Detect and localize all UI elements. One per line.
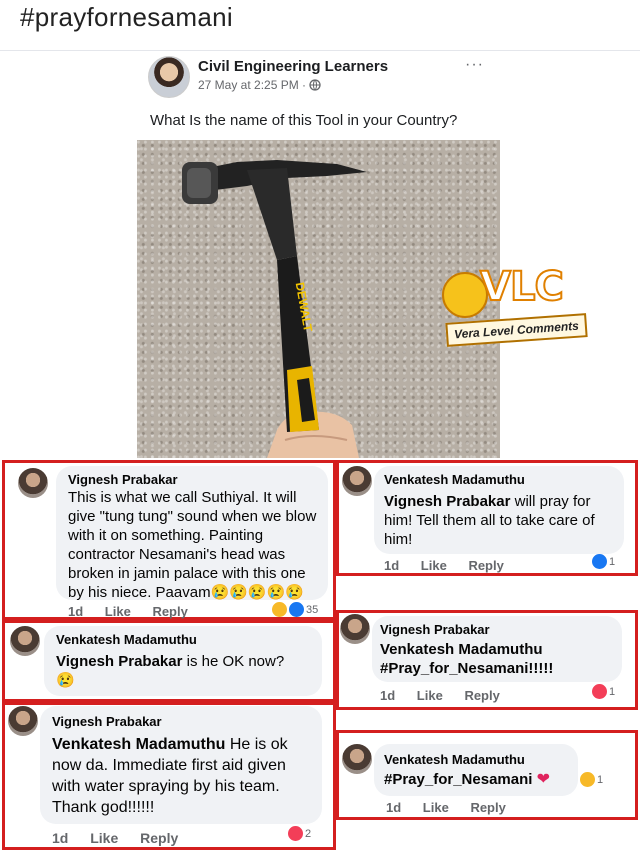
like-link[interactable]: Like — [417, 688, 443, 703]
comment-actions: 1d Like Reply — [380, 688, 518, 703]
sad-emoji-text: 😢 — [56, 672, 75, 689]
reaction-summary[interactable]: 1 — [592, 554, 615, 569]
comment-time[interactable]: 1d — [68, 604, 83, 619]
page-name[interactable]: Civil Engineering Learners — [198, 58, 388, 75]
sad-emoji-text: 😢😢😢😢😢 — [210, 584, 304, 601]
reaction-summary[interactable]: 1 — [580, 772, 603, 787]
more-options-icon[interactable]: ··· — [465, 56, 484, 74]
comment-bubble: Vignesh Prabakar Venkatesh Madamuthu He … — [40, 706, 322, 824]
comment-actions: 1d Like Reply — [68, 604, 206, 619]
commenter-name[interactable]: Venkatesh Madamuthu — [56, 632, 197, 647]
comment-text: Venkatesh Madamuthu He is ok now da. Imm… — [52, 734, 314, 818]
comment-actions: 1d Like Reply — [386, 800, 524, 815]
reaction-summary[interactable]: 2 — [288, 826, 311, 841]
commenter-name[interactable]: Venkatesh Madamuthu — [384, 472, 525, 487]
reaction-count: 1 — [597, 773, 604, 786]
comment-text: This is what we call Suthiyal. It will g… — [68, 488, 322, 602]
comment-text: Vignesh Prabakar will pray for him! Tell… — [384, 492, 618, 549]
commenter-name[interactable]: Vignesh Prabakar — [380, 622, 490, 637]
comment-bubble: Vignesh Prabakar Venkatesh Madamuthu #Pr… — [372, 616, 622, 682]
comment-bubble: Venkatesh Madamuthu #Pray_for_Nesamani ❤ — [374, 744, 578, 796]
heart-emoji-icon: ❤ — [536, 771, 550, 788]
vlc-logo: VLC Vera Level Comments — [438, 262, 598, 358]
comment-text-body: #Pray_for_Nesamani!!!!! — [380, 660, 554, 677]
reaction-count: 2 — [305, 827, 312, 840]
comment-text: Venkatesh Madamuthu #Pray_for_Nesamani!!… — [380, 640, 620, 678]
comment-actions: 1d Like Reply — [52, 830, 196, 846]
commenter-name[interactable]: Vignesh Prabakar — [68, 472, 178, 487]
post-timestamp[interactable]: 27 May at 2:25 PM · — [198, 78, 322, 92]
vlc-tagline: Vera Level Comments — [445, 313, 588, 347]
page-avatar[interactable] — [148, 56, 190, 98]
comment-text: Vignesh Prabakar is he OK now? 😢 — [56, 652, 316, 690]
like-link[interactable]: Like — [90, 830, 118, 846]
comment-bubble: Venkatesh Madamuthu Vignesh Prabakar wil… — [374, 466, 624, 554]
reaction-count: 1 — [609, 685, 616, 698]
comment-time[interactable]: 1d — [384, 558, 399, 573]
divider — [0, 50, 640, 51]
commenter-avatar[interactable] — [340, 614, 370, 644]
comment-text-body: is he OK now? — [182, 653, 285, 670]
comment-bubble: Venkatesh Madamuthu Vignesh Prabakar is … — [44, 626, 322, 696]
comment-bubble: Vignesh Prabakar This is what we call Su… — [56, 466, 328, 602]
mention-link[interactable]: Venkatesh Madamuthu — [380, 641, 543, 658]
comment-time[interactable]: 1d — [386, 800, 401, 815]
haha-reaction-icon — [272, 602, 287, 617]
reaction-count: 35 — [306, 603, 319, 616]
commenter-avatar[interactable] — [8, 706, 38, 736]
heart-reaction-icon — [288, 826, 303, 841]
commenter-avatar[interactable] — [10, 626, 40, 656]
hashtag-title[interactable]: #prayfornesamani — [20, 2, 233, 33]
comment-text-body: #Pray_for_Nesamani — [384, 771, 533, 788]
reaction-summary[interactable]: 35 — [272, 602, 318, 617]
like-reaction-icon — [592, 554, 607, 569]
reply-link[interactable]: Reply — [470, 800, 505, 815]
comment-time[interactable]: 1d — [52, 830, 68, 846]
commenter-name[interactable]: Venkatesh Madamuthu — [384, 752, 525, 767]
reaction-count: 1 — [609, 555, 616, 568]
reply-link[interactable]: Reply — [464, 688, 499, 703]
reply-link[interactable]: Reply — [152, 604, 187, 619]
comment-time[interactable]: 1d — [380, 688, 395, 703]
haha-reaction-icon — [580, 772, 595, 787]
commenter-avatar[interactable] — [342, 466, 372, 496]
mention-link[interactable]: Vignesh Prabakar — [56, 653, 182, 670]
globe-icon — [309, 79, 322, 91]
comment-text: #Pray_for_Nesamani ❤ — [384, 770, 574, 789]
commenter-avatar[interactable] — [342, 744, 372, 774]
commenter-name[interactable]: Vignesh Prabakar — [52, 714, 162, 729]
reply-link[interactable]: Reply — [140, 830, 178, 846]
commenter-avatar[interactable] — [18, 468, 48, 498]
like-link[interactable]: Like — [105, 604, 131, 619]
post-text: What Is the name of this Tool in your Co… — [150, 112, 458, 129]
like-link[interactable]: Like — [423, 800, 449, 815]
reply-link[interactable]: Reply — [468, 558, 503, 573]
post-time-text: 27 May at 2:25 PM · — [198, 78, 307, 92]
like-reaction-icon — [289, 602, 304, 617]
post-header: Civil Engineering Learners 27 May at 2:2… — [148, 56, 488, 100]
comment-actions: 1d Like Reply — [384, 558, 522, 573]
mention-link[interactable]: Vignesh Prabakar — [384, 493, 510, 510]
vlc-logo-text: VLC — [479, 263, 565, 311]
heart-reaction-icon — [592, 684, 607, 699]
mention-link[interactable]: Venkatesh Madamuthu — [52, 736, 225, 753]
like-link[interactable]: Like — [421, 558, 447, 573]
reaction-summary[interactable]: 1 — [592, 684, 615, 699]
